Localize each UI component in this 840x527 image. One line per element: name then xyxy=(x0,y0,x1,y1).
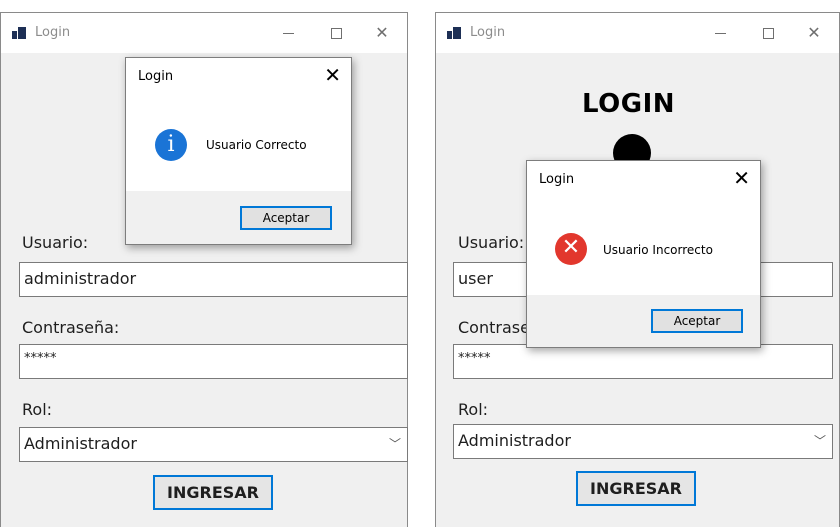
dialog-message: Usuario Correcto xyxy=(206,138,307,152)
rol-selected-value: Administrador xyxy=(24,434,137,453)
minimize-button[interactable] xyxy=(265,13,311,53)
password-label: Contraseña: xyxy=(22,318,120,337)
login-heading: LOGIN xyxy=(582,89,676,119)
close-icon[interactable]: ✕ xyxy=(324,63,341,87)
rol-select[interactable]: Administrador ﹀ xyxy=(19,427,408,462)
dialog-title: Login xyxy=(138,69,174,84)
aceptar-button[interactable]: Aceptar xyxy=(651,309,743,333)
maximize-icon xyxy=(762,28,774,39)
message-box-correct: Login ✕ i Usuario Correcto Aceptar xyxy=(125,57,352,245)
window-title: Login xyxy=(35,25,71,40)
dialog-title: Login xyxy=(539,172,575,187)
info-icon: i xyxy=(155,129,187,161)
title-bar[interactable]: Login ✕ xyxy=(436,13,839,53)
minimize-button[interactable] xyxy=(697,13,743,53)
minimize-icon xyxy=(282,33,294,34)
maximize-icon xyxy=(330,28,342,39)
window-title: Login xyxy=(470,25,506,40)
dialog-message: Usuario Incorrecto xyxy=(603,243,713,257)
close-button[interactable]: ✕ xyxy=(791,13,837,53)
dialog-footer: Aceptar xyxy=(126,191,351,244)
dialog-footer: Aceptar xyxy=(527,295,760,347)
password-input[interactable]: ***** xyxy=(453,344,833,379)
minimize-icon xyxy=(714,33,726,34)
password-input[interactable]: ***** xyxy=(19,344,408,379)
rol-label: Rol: xyxy=(458,400,489,419)
aceptar-button[interactable]: Aceptar xyxy=(240,206,332,230)
form-icon xyxy=(12,27,26,39)
close-icon: ✕ xyxy=(807,23,821,42)
chevron-down-icon[interactable]: ﹀ xyxy=(389,428,401,460)
rol-selected-value: Administrador xyxy=(458,431,571,450)
close-icon: ✕ xyxy=(375,23,389,42)
rol-label: Rol: xyxy=(22,400,53,419)
ingresar-button[interactable]: INGRESAR xyxy=(576,471,696,506)
usuario-label: Usuario: xyxy=(458,233,525,252)
usuario-label: Usuario: xyxy=(22,233,89,252)
maximize-button[interactable] xyxy=(745,13,791,53)
usuario-input[interactable]: administrador xyxy=(19,262,408,297)
close-button[interactable]: ✕ xyxy=(359,13,405,53)
maximize-button[interactable] xyxy=(313,13,359,53)
chevron-down-icon[interactable]: ﹀ xyxy=(814,425,826,457)
message-box-incorrect: Login ✕ ✕ Usuario Incorrecto Aceptar xyxy=(526,160,761,348)
title-bar[interactable]: Login ✕ xyxy=(1,13,407,53)
ingresar-button[interactable]: INGRESAR xyxy=(153,475,273,510)
rol-select[interactable]: Administrador ﹀ xyxy=(453,424,833,459)
error-icon: ✕ xyxy=(555,233,587,265)
form-icon xyxy=(447,27,461,39)
close-icon[interactable]: ✕ xyxy=(733,166,750,190)
